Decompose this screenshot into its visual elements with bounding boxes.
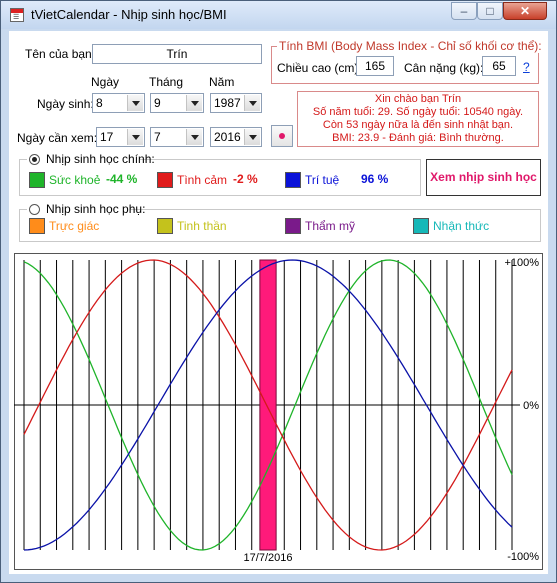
physical-value: -44 % (106, 172, 138, 186)
weight-input[interactable]: 65 (482, 56, 516, 76)
physical-label: Sức khoẻ (49, 173, 101, 187)
bmi-legend: Tính BMI (Body Mass Index - Chỉ số khối … (277, 39, 544, 53)
chevron-down-icon (127, 95, 143, 111)
name-label: Tên của bạn: (25, 47, 96, 61)
main-panel: Tên của bạn: Trín Ngày Tháng Năm Ngày si… (9, 31, 548, 574)
year-header: Năm (209, 75, 235, 89)
weight-label: Cân nặng (kg): (404, 61, 484, 75)
bmi-help-link[interactable]: ? (523, 60, 530, 74)
physical-swatch (29, 172, 45, 188)
birth-day-select[interactable]: 8 (92, 93, 145, 113)
view-day-select[interactable]: 17 (96, 127, 145, 147)
biorhythm-chart: +100% 0% -100% 17/7/2016 (14, 253, 543, 570)
intellectual-value: 96 % (361, 172, 389, 186)
view-date-label: Ngày cần xem: (17, 131, 98, 145)
label-plus-100: +100% (504, 257, 539, 269)
chevron-down-icon (186, 129, 202, 145)
chevron-down-icon (244, 129, 260, 145)
secondary-radio[interactable] (29, 204, 40, 215)
secondary-label: Nhịp sinh học phụ: (46, 202, 146, 216)
primary-label: Nhịp sinh học chính: (46, 152, 155, 166)
close-button[interactable]: ✕ (503, 2, 547, 20)
birth-month-select[interactable]: 9 (150, 93, 204, 113)
current-date-label: 17/7/2016 (244, 552, 293, 564)
height-input[interactable]: 165 (356, 56, 394, 76)
calendar-icon: ☰ (10, 8, 24, 22)
spiritual-label: Tinh thần (177, 219, 227, 233)
intuitive-swatch (29, 218, 45, 234)
view-biorhythm-button[interactable]: Xem nhịp sinh học (426, 159, 541, 196)
height-label: Chiều cao (cm): (277, 61, 362, 75)
age-text: Số năm tuổi: 29. Số ngày tuổi: 10540 ngà… (312, 106, 524, 118)
aesthetic-label: Thẩm mỹ (305, 219, 356, 233)
day-header: Ngày (91, 75, 120, 89)
info-box: Xin chào bạn Trín Số năm tuổi: 29. Số ng… (297, 91, 539, 147)
name-input[interactable]: Trín (92, 44, 262, 64)
primary-radio[interactable] (29, 154, 40, 165)
label-minus-100: -100% (507, 551, 539, 563)
window-title: tVietCalendar - Nhịp sinh học/BMI (31, 7, 227, 22)
minimize-button[interactable]: – (451, 2, 477, 20)
awareness-swatch (413, 218, 429, 234)
label-zero: 0% (523, 400, 539, 412)
intellectual-label: Trí tuệ (305, 173, 340, 187)
month-header: Tháng (149, 75, 184, 89)
title-bar: ☰ tVietCalendar - Nhịp sinh học/BMI – □ … (1, 1, 556, 29)
spiritual-swatch (157, 218, 173, 234)
today-button[interactable] (271, 125, 293, 147)
primary-rhythm-option[interactable]: Nhịp sinh học chính: (27, 152, 155, 166)
view-year-select[interactable]: 2016 (210, 127, 262, 147)
intuitive-label: Trực giác (49, 219, 100, 233)
maximize-button[interactable]: □ (477, 2, 503, 20)
view-month-select[interactable]: 7 (150, 127, 204, 147)
emotional-swatch (157, 172, 173, 188)
chevron-down-icon (244, 95, 260, 111)
emotional-label: Tình cảm (177, 173, 228, 187)
birth-year-select[interactable]: 1987 (210, 93, 262, 113)
birth-label: Ngày sinh: (37, 97, 94, 111)
intellectual-swatch (285, 172, 301, 188)
dot-icon (279, 133, 285, 139)
chevron-down-icon (186, 95, 202, 111)
secondary-rhythm-option[interactable]: Nhịp sinh học phụ: (27, 202, 145, 216)
current-day-highlight (259, 259, 277, 551)
greeting-text: Xin chào bạn Trín (374, 93, 462, 105)
aesthetic-swatch (285, 218, 301, 234)
emotional-value: -2 % (233, 172, 258, 186)
app-window: ☰ tVietCalendar - Nhịp sinh học/BMI – □ … (0, 0, 557, 583)
awareness-label: Nhận thức (433, 219, 490, 233)
chevron-down-icon (127, 129, 143, 145)
bmi-result-text: BMI: 23.9 - Đánh giá: Bình thường. (332, 132, 504, 144)
birthday-countdown-text: Còn 53 ngày nữa là đến sinh nhật bạn. (322, 119, 514, 131)
